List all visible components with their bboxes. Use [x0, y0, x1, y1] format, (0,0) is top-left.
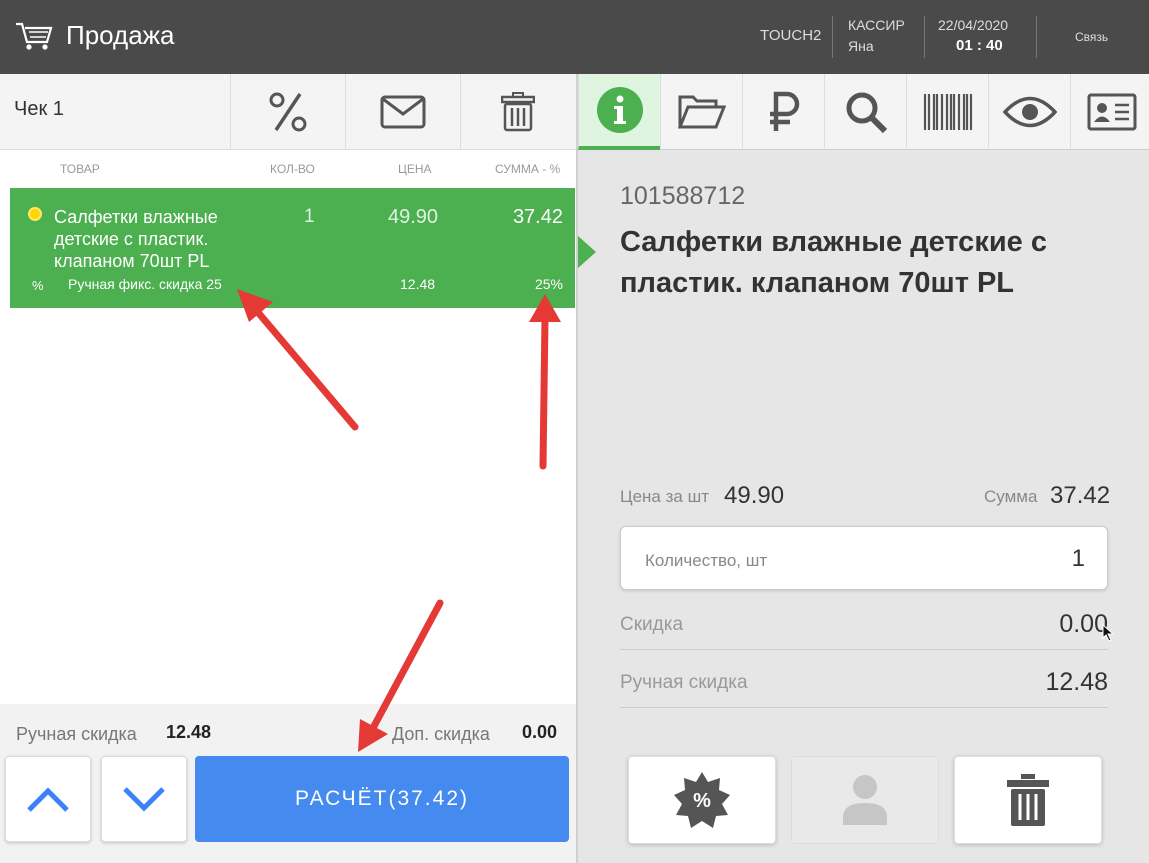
barcode-icon [923, 94, 972, 130]
folder-open-icon [677, 95, 726, 129]
time-label: 01 : 40 [956, 37, 1003, 54]
divider [924, 16, 925, 58]
chevron-down-icon [123, 787, 165, 812]
discount-button[interactable] [230, 74, 345, 150]
item-price: 49.90 [388, 206, 439, 228]
manual-discount-label: Ручная скидка [16, 724, 137, 744]
quantity-label: Количество, шт [645, 551, 768, 570]
date-label: 22/04/2020 [938, 17, 1009, 33]
sun-icon [30, 209, 40, 219]
id-card-icon [1087, 93, 1136, 131]
terminal-name: TOUCH2 [760, 27, 822, 44]
mouse-cursor-icon [1102, 624, 1115, 642]
discount-name: Ручная фикс. скидка 25 [68, 276, 222, 292]
manual-discount-value: 12.48 [1045, 668, 1108, 696]
column-item: ТОВАР [60, 162, 100, 176]
customer-button[interactable] [791, 756, 939, 844]
tab-info[interactable] [578, 74, 660, 150]
item-code: 101588712 [620, 182, 746, 210]
info-icon [596, 87, 643, 133]
trash-icon [1007, 774, 1049, 826]
column-sum: СУММА - % [495, 162, 561, 176]
connection-link[interactable]: Связь [1075, 30, 1108, 44]
tab-view[interactable] [988, 74, 1070, 150]
email-button[interactable] [345, 74, 460, 150]
eye-icon [1002, 96, 1057, 128]
receipt-row[interactable]: Салфетки влажные детские с пластик. клап… [10, 188, 575, 308]
unit-price-label: Цена за шт [620, 487, 709, 506]
divider [1036, 16, 1037, 58]
discount-percent: 25% [534, 276, 563, 292]
percent-icon [269, 92, 307, 132]
item-details-panel: 101588712 Салфетки влажные детские с пла… [576, 74, 1149, 863]
discount-label: Скидка [620, 614, 684, 635]
envelope-icon [380, 95, 426, 129]
pay-button[interactable]: РАСЧЁТ(37.42) [195, 756, 569, 842]
item-title: Салфетки влажные детские с пластик. клап… [620, 226, 1047, 299]
tab-catalog[interactable] [660, 74, 742, 150]
svg-text:%: % [693, 790, 711, 812]
item-sum: 37.42 [512, 206, 563, 228]
discount-badge-icon: % [674, 772, 730, 828]
trash-icon [501, 92, 535, 132]
tab-prices[interactable] [742, 74, 824, 150]
delete-receipt-button[interactable] [460, 74, 575, 150]
apply-discount-button[interactable]: % [628, 756, 776, 844]
scroll-up-button[interactable] [5, 756, 91, 842]
extra-discount-label: Доп. скидка [392, 724, 490, 744]
manual-discount-label: Ручная скидка [620, 672, 748, 693]
item-name: Салфетки влажные детские с пластик. клап… [54, 207, 218, 271]
top-bar: Продажа TOUCH2 КАССИР Яна 22/04/2020 01 … [0, 0, 1149, 74]
item-qty: 1 [304, 206, 315, 227]
details-tabs [578, 74, 1149, 150]
receipt-panel: Чек 1 ТОВАР КОЛ-ВО ЦЕНА СУММА - % Салфет… [0, 74, 576, 863]
scroll-down-button[interactable] [101, 756, 187, 842]
tab-search[interactable] [824, 74, 906, 150]
search-icon [846, 92, 887, 134]
person-icon [843, 775, 887, 825]
chevron-up-icon [27, 787, 69, 812]
tab-customer[interactable] [1070, 74, 1149, 150]
receipt-toolbar: Чек 1 [0, 74, 576, 150]
tab-barcode[interactable] [906, 74, 988, 150]
divider [832, 16, 833, 58]
manual-discount-row: Ручная скидка 12.48 [620, 650, 1108, 708]
manual-discount-value: 12.48 [166, 722, 212, 742]
ruble-icon [769, 91, 799, 131]
sum-label: Сумма [984, 487, 1038, 506]
receipt-footer: Ручная скидка 12.48 Доп. скидка 0.00 РАС… [0, 704, 576, 863]
selection-pointer [578, 236, 596, 268]
page-title: Продажа [66, 20, 175, 50]
discount-row: Скидка 0.00 [620, 592, 1108, 650]
delete-item-button[interactable] [954, 756, 1102, 844]
quantity-value: 1 [1071, 545, 1085, 572]
extra-discount-value: 0.00 [522, 722, 558, 742]
column-price: ЦЕНА [398, 162, 432, 176]
discount-value: 12.48 [400, 276, 436, 292]
quantity-field[interactable]: Количество, шт 1 [620, 526, 1108, 590]
cashier-label: КАССИР [848, 17, 905, 33]
sum-value: 37.42 [1050, 482, 1111, 509]
cashier-name: Яна [848, 38, 874, 54]
discount-sign: % [32, 278, 44, 293]
discount-value: 0.00 [1059, 610, 1108, 638]
cart-icon [16, 22, 53, 50]
column-qty: КОЛ-ВО [270, 162, 315, 176]
receipt-name[interactable]: Чек 1 [14, 98, 64, 121]
unit-price-value: 49.90 [724, 482, 785, 509]
